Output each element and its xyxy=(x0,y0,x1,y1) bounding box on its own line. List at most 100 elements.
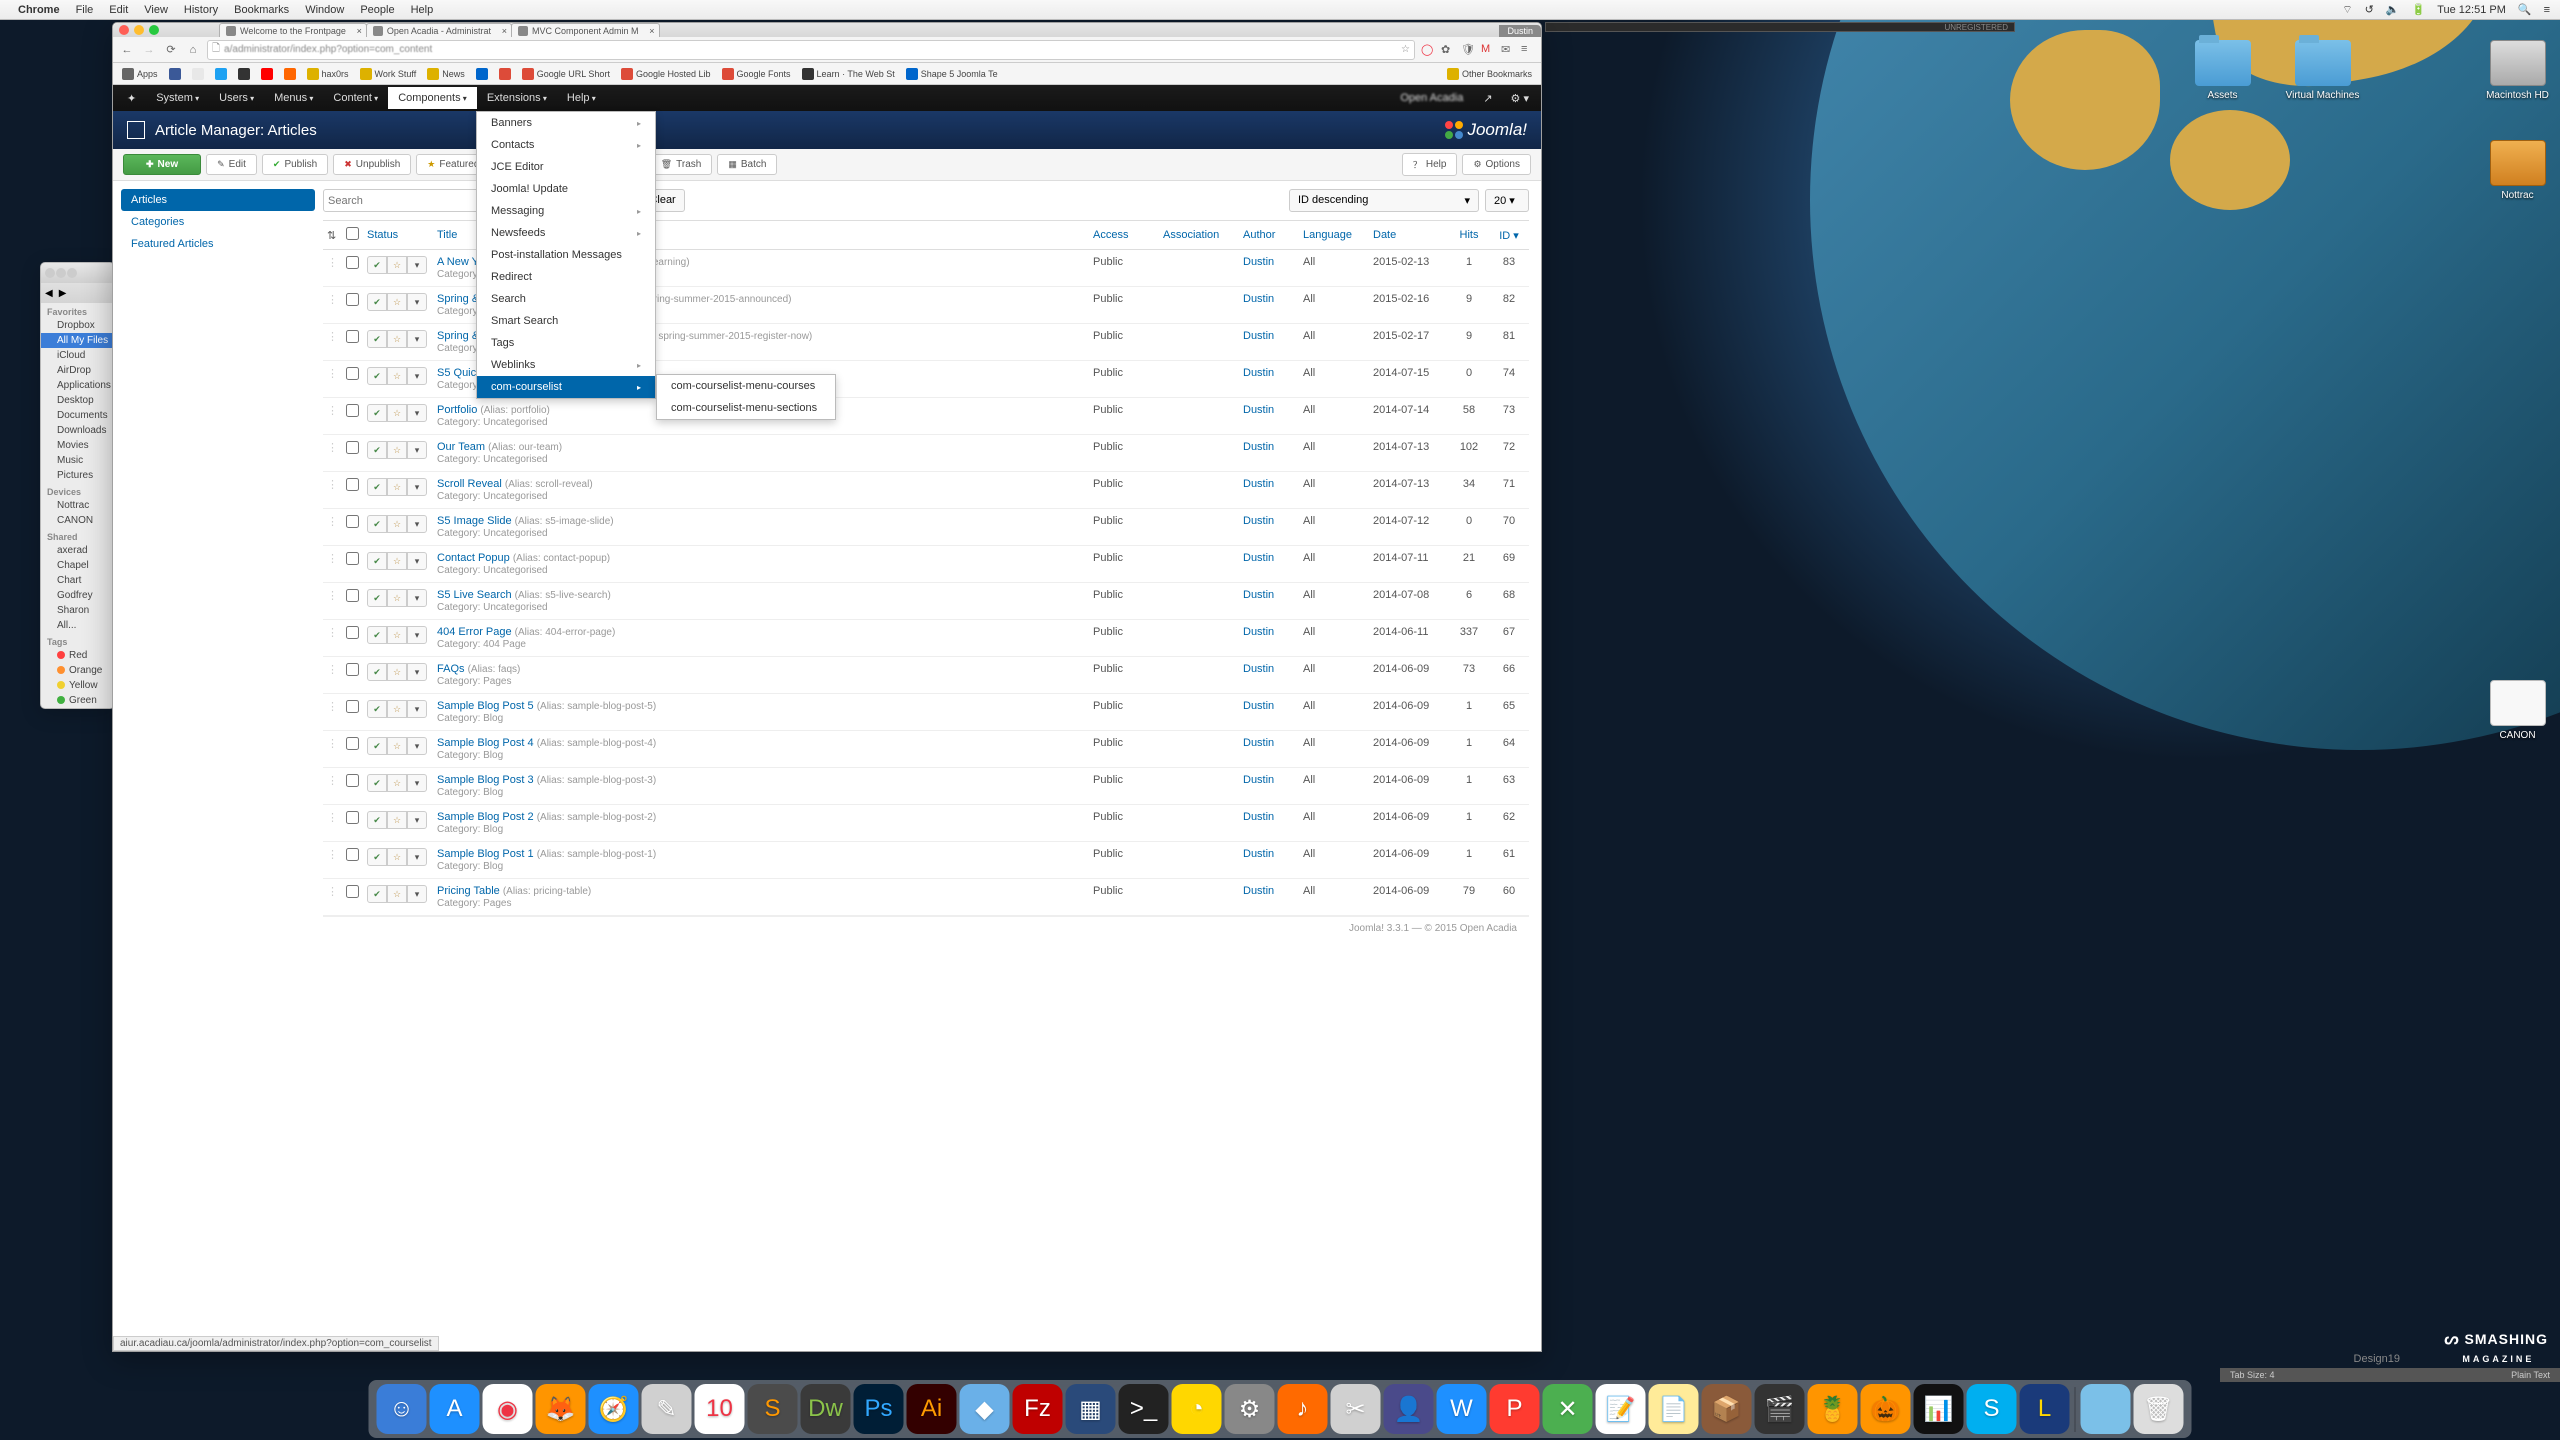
featured-icon[interactable]: ☆ xyxy=(387,848,407,866)
dropdown-item[interactable]: Banners▸ xyxy=(477,112,655,134)
row-checkbox[interactable] xyxy=(346,663,359,676)
dropdown-item[interactable]: JCE Editor xyxy=(477,156,655,178)
chrome-window[interactable]: Welcome to the Frontpage×Open Acadia - A… xyxy=(112,22,1542,1352)
menu-icon[interactable]: ≡ xyxy=(1521,43,1535,57)
status-dropdown[interactable]: ▾ xyxy=(407,626,427,644)
dock-item[interactable]: Dw xyxy=(801,1384,851,1434)
author-link[interactable]: Dustin xyxy=(1243,404,1274,416)
row-checkbox[interactable] xyxy=(346,885,359,898)
author-link[interactable]: Dustin xyxy=(1243,848,1274,860)
dropdown-item[interactable]: Redirect xyxy=(477,266,655,288)
finder-item[interactable]: Yellow xyxy=(41,678,114,693)
dock-item[interactable]: 📝 xyxy=(1596,1384,1646,1434)
sidebar-item-articles[interactable]: Articles xyxy=(121,189,315,211)
menubar-item[interactable]: Window xyxy=(305,4,344,16)
article-title-link[interactable]: S5 Image Slide xyxy=(437,515,512,527)
author-link[interactable]: Dustin xyxy=(1243,515,1274,527)
finder-item[interactable]: Red xyxy=(41,648,114,663)
bookmark-item[interactable]: Learn · The Web St xyxy=(797,66,900,82)
status-dropdown[interactable]: ▾ xyxy=(407,737,427,755)
drag-handle[interactable]: ⋮ xyxy=(323,435,342,472)
close-icon[interactable] xyxy=(45,268,55,278)
bookmark-item[interactable] xyxy=(164,66,186,82)
status-dropdown[interactable]: ▾ xyxy=(407,515,427,533)
notifications-icon[interactable]: ≡ xyxy=(2544,4,2550,16)
published-icon[interactable]: ✔ xyxy=(367,885,387,903)
drag-handle[interactable]: ⋮ xyxy=(323,546,342,583)
col-order[interactable]: ⇅ xyxy=(323,221,342,250)
menubar-item[interactable]: People xyxy=(360,4,394,16)
finder-item[interactable]: Nottrac xyxy=(41,498,114,513)
topmenu-help[interactable]: Help xyxy=(557,87,606,109)
dropdown-item[interactable]: com-courselist-menu-sections xyxy=(657,397,835,419)
sync-icon[interactable]: ↺ xyxy=(2365,3,2374,16)
volume-icon[interactable]: 🔈 xyxy=(2386,3,2400,16)
menubar-item[interactable]: History xyxy=(184,4,218,16)
forward-icon[interactable]: → xyxy=(141,44,157,56)
drag-handle[interactable]: ⋮ xyxy=(323,768,342,805)
finder-item[interactable]: Pictures xyxy=(41,468,114,483)
bookmark-item[interactable]: Google Hosted Lib xyxy=(616,66,716,82)
menubar-item[interactable]: Edit xyxy=(109,4,128,16)
status-dropdown[interactable]: ▾ xyxy=(407,663,427,681)
row-checkbox[interactable] xyxy=(346,774,359,787)
bookmark-item[interactable] xyxy=(233,66,255,82)
menubar-item[interactable]: View xyxy=(144,4,168,16)
dock-item[interactable]: Fz xyxy=(1013,1384,1063,1434)
dropdown-item[interactable]: Newsfeeds▸ xyxy=(477,222,655,244)
desktop-icon-canon[interactable]: CANON xyxy=(2480,680,2555,741)
home-icon[interactable]: ⌂ xyxy=(185,44,201,56)
article-title-link[interactable]: Sample Blog Post 3 xyxy=(437,774,534,786)
drag-handle[interactable]: ⋮ xyxy=(323,657,342,694)
author-link[interactable]: Dustin xyxy=(1243,811,1274,823)
extension-icon[interactable]: ◯ xyxy=(1421,43,1435,57)
article-title-link[interactable]: Sample Blog Post 5 xyxy=(437,700,534,712)
dock-item[interactable]: 🍍 xyxy=(1808,1384,1858,1434)
clock[interactable]: Tue 12:51 PM xyxy=(2437,4,2506,16)
browser-tab[interactable]: MVC Component Admin M× xyxy=(511,23,660,37)
article-title-link[interactable]: Sample Blog Post 2 xyxy=(437,811,534,823)
status-dropdown[interactable]: ▾ xyxy=(407,367,427,385)
other-bookmarks[interactable]: Other Bookmarks xyxy=(1442,66,1537,82)
extension-icon[interactable]: 🛡 xyxy=(1461,43,1475,57)
publish-button[interactable]: ✔Publish xyxy=(262,154,328,175)
finder-item[interactable]: All My Files xyxy=(41,333,114,348)
dock-item[interactable]: ◉ xyxy=(483,1384,533,1434)
battery-icon[interactable]: 🔋 xyxy=(2411,3,2425,16)
published-icon[interactable]: ✔ xyxy=(367,811,387,829)
featured-icon[interactable]: ☆ xyxy=(387,700,407,718)
author-link[interactable]: Dustin xyxy=(1243,626,1274,638)
col-check[interactable] xyxy=(342,221,363,250)
courselist-submenu[interactable]: com-courselist-menu-coursescom-courselis… xyxy=(656,374,836,420)
featured-icon[interactable]: ☆ xyxy=(387,478,407,496)
browser-tab[interactable]: Welcome to the Frontpage× xyxy=(219,23,367,37)
bookmark-item[interactable] xyxy=(494,66,516,82)
col-association[interactable]: Association xyxy=(1159,221,1239,250)
trash-button[interactable]: 🗑Trash xyxy=(650,154,713,175)
bookmark-item[interactable]: News xyxy=(422,66,470,82)
row-checkbox[interactable] xyxy=(346,293,359,306)
drag-handle[interactable]: ⋮ xyxy=(323,472,342,509)
bookmark-item[interactable] xyxy=(210,66,232,82)
bookmark-item[interactable]: hax0rs xyxy=(302,66,354,82)
star-icon[interactable]: ☆ xyxy=(1401,44,1410,55)
dropdown-item[interactable]: Post-installation Messages xyxy=(477,244,655,266)
dropdown-item[interactable]: Tags xyxy=(477,332,655,354)
published-icon[interactable]: ✔ xyxy=(367,700,387,718)
dock-item[interactable]: ▦ xyxy=(1066,1384,1116,1434)
finder-item[interactable]: Movies xyxy=(41,438,114,453)
finder-titlebar[interactable] xyxy=(41,263,114,283)
dock-item[interactable]: ✂ xyxy=(1331,1384,1381,1434)
dock-item[interactable]: S xyxy=(1967,1384,2017,1434)
author-link[interactable]: Dustin xyxy=(1243,367,1274,379)
topmenu-users[interactable]: Users xyxy=(209,87,264,109)
topmenu-components[interactable]: Components xyxy=(388,87,477,109)
finder-item[interactable]: Sharon xyxy=(41,603,114,618)
article-title-link[interactable]: Portfolio xyxy=(437,404,477,416)
drag-handle[interactable]: ⋮ xyxy=(323,620,342,657)
reload-icon[interactable]: ⟳ xyxy=(163,43,179,56)
dock-item[interactable]: ◆ xyxy=(960,1384,1010,1434)
spotlight-icon[interactable]: 🔍 xyxy=(2518,3,2532,16)
drag-handle[interactable]: ⋮ xyxy=(323,694,342,731)
unpublish-button[interactable]: ✖Unpublish xyxy=(333,154,411,175)
